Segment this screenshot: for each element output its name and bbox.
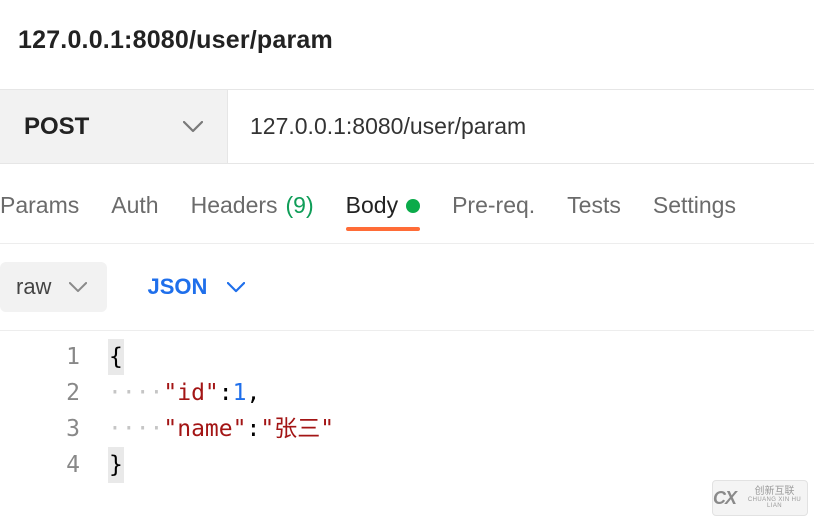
chevron-down-icon — [183, 121, 203, 133]
tab-body-label: Body — [346, 192, 398, 219]
title-bar: 127.0.0.1:8080/user/param — [0, 0, 814, 89]
body-options: raw JSON — [0, 244, 814, 331]
chevron-down-icon — [69, 282, 87, 293]
code-area[interactable]: { ····"id":1, ····"name":"张三" } — [108, 331, 814, 491]
status-dot-icon — [406, 199, 420, 213]
tab-headers[interactable]: Headers (9) — [191, 192, 314, 229]
line-gutter: 1 2 3 4 — [0, 331, 108, 491]
comma: , — [247, 380, 261, 406]
json-key: "id" — [163, 380, 218, 406]
request-row: POST — [0, 89, 814, 164]
watermark: CX 创新互联 CHUANG XIN HU LIAN — [712, 480, 808, 516]
watermark-brand: 创新互联 — [742, 487, 807, 497]
tab-tests[interactable]: Tests — [567, 192, 621, 229]
body-format-label: JSON — [147, 274, 207, 300]
tab-prereq[interactable]: Pre-req. — [452, 192, 535, 229]
tab-headers-label: Headers — [191, 192, 278, 219]
indent-guide: ···· — [108, 416, 163, 442]
tab-headers-count: (9) — [286, 192, 314, 219]
quote: " — [260, 416, 274, 442]
watermark-text: 创新互联 CHUANG XIN HU LIAN — [742, 487, 807, 509]
tab-settings[interactable]: Settings — [653, 192, 736, 229]
page-title: 127.0.0.1:8080/user/param — [18, 26, 796, 55]
tab-auth[interactable]: Auth — [111, 192, 158, 229]
colon: : — [246, 416, 260, 442]
brace-close: } — [108, 447, 124, 483]
watermark-sub: CHUANG XIN HU LIAN — [742, 497, 807, 509]
url-input[interactable] — [250, 113, 792, 140]
code-line: ····"name":"张三" — [108, 411, 814, 447]
json-number: 1 — [233, 380, 247, 406]
quote: " — [320, 416, 334, 442]
colon: : — [219, 380, 233, 406]
code-editor[interactable]: 1 2 3 4 { ····"id":1, ····"name":"张三" } — [0, 331, 814, 491]
line-number: 1 — [0, 339, 80, 375]
body-format-select[interactable]: JSON — [147, 274, 245, 300]
line-number: 4 — [0, 447, 80, 483]
tabs-bar: Params Auth Headers (9) Body Pre-req. Te… — [0, 164, 814, 244]
method-select[interactable]: POST — [0, 90, 228, 163]
json-key: "name" — [163, 416, 246, 442]
body-mode-label: raw — [16, 274, 51, 300]
body-mode-select[interactable]: raw — [0, 262, 107, 312]
brace-open: { — [108, 339, 124, 375]
json-string: 张三 — [274, 416, 320, 442]
line-number: 3 — [0, 411, 80, 447]
line-number: 2 — [0, 375, 80, 411]
method-label: POST — [24, 113, 89, 141]
code-line: ····"id":1, — [108, 375, 814, 411]
tab-body[interactable]: Body — [346, 192, 420, 229]
url-input-wrapper — [228, 90, 814, 163]
tab-params[interactable]: Params — [0, 192, 79, 229]
code-line: } — [108, 447, 814, 483]
indent-guide: ···· — [108, 380, 163, 406]
watermark-logo-icon: CX — [713, 488, 736, 509]
chevron-down-icon — [227, 282, 245, 293]
code-line: { — [108, 339, 814, 375]
